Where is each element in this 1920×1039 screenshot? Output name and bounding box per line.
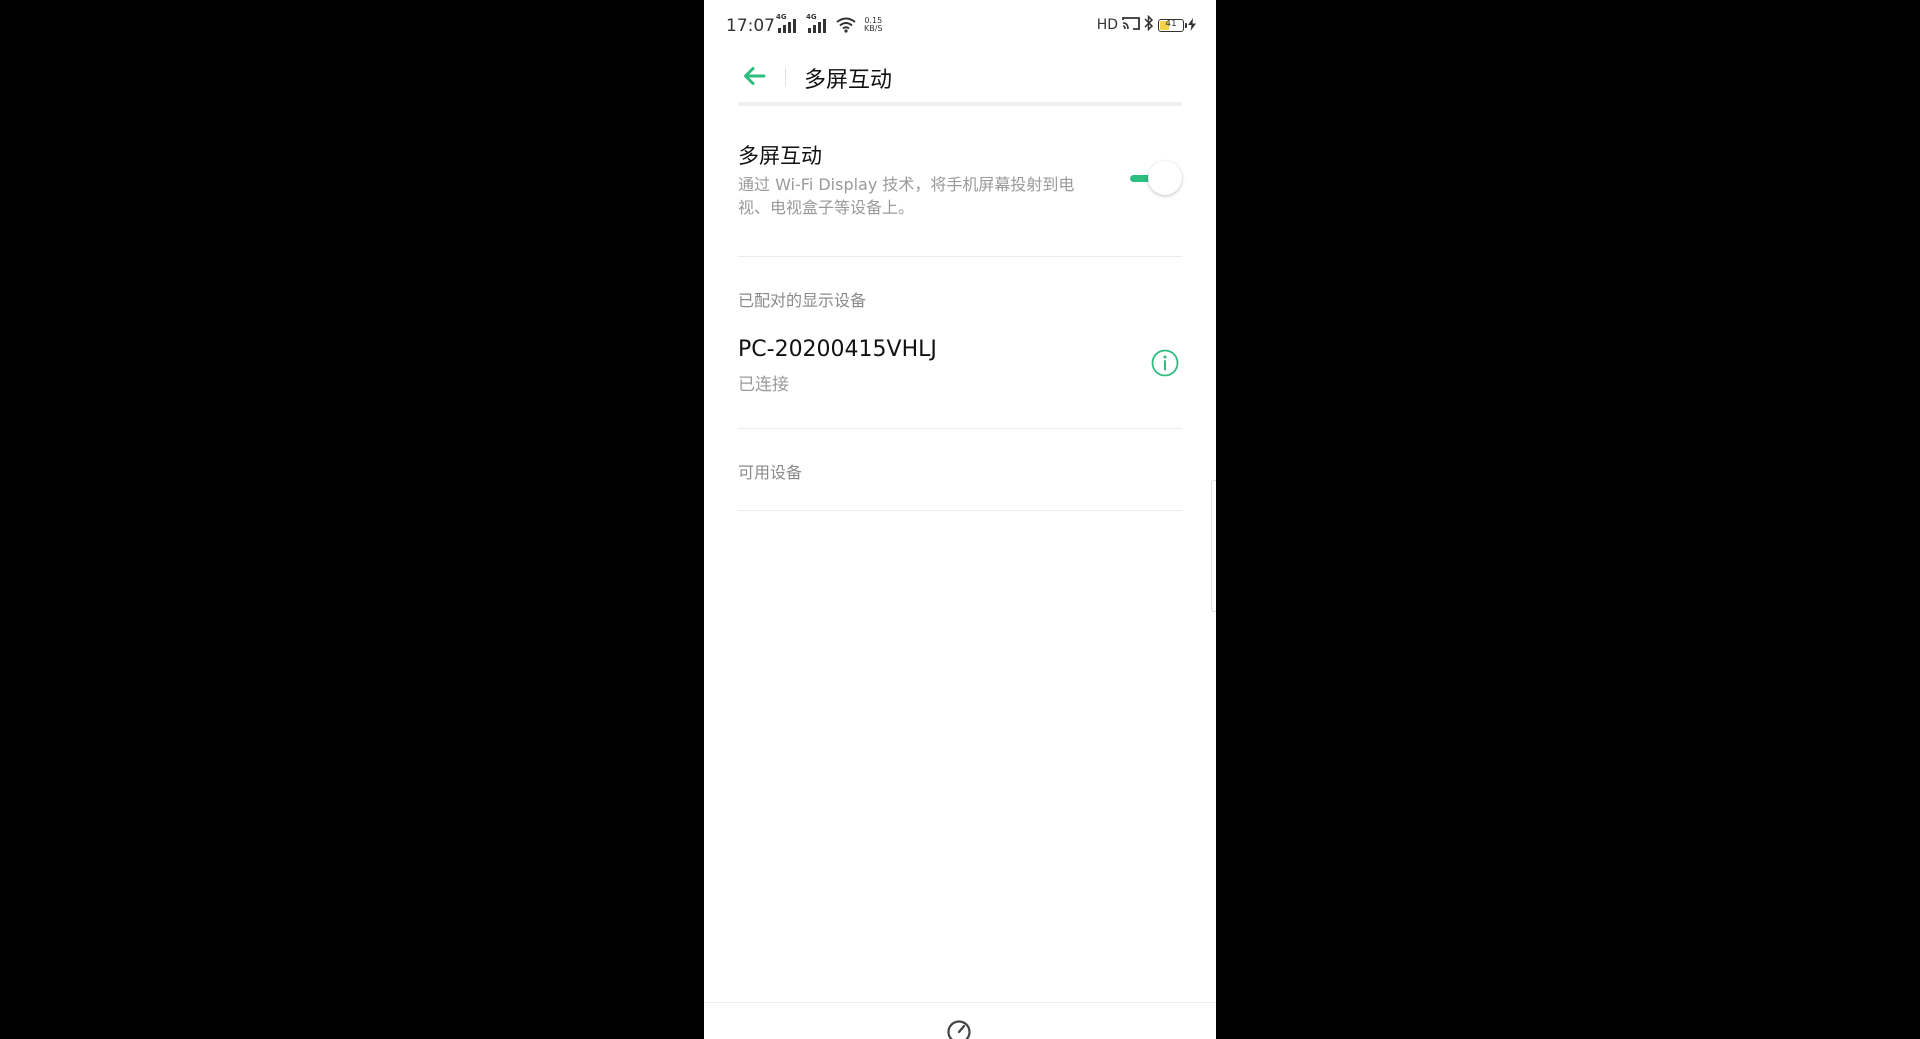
bottom-bar	[704, 1002, 1216, 1039]
toggle-knob	[1148, 161, 1182, 195]
header-divider	[785, 68, 786, 86]
speedometer-icon[interactable]	[946, 1019, 972, 1039]
device-status: 已连接	[738, 375, 789, 395]
bluetooth-icon	[1144, 14, 1154, 35]
back-button[interactable]	[738, 60, 770, 92]
page-title: 多屏互动	[804, 68, 893, 93]
wifi-icon	[836, 17, 856, 33]
info-icon	[1151, 349, 1179, 377]
multiscreen-title: 多屏互动	[738, 144, 822, 168]
status-time: 17:07	[726, 16, 775, 36]
app-header: 多屏互动	[704, 50, 1216, 106]
header-underline	[738, 102, 1182, 106]
status-left-icons: 4G 4G 0.15 KB/S	[776, 13, 883, 33]
signal-icon: 4G	[776, 13, 800, 33]
status-right-icons: HD 41	[1096, 14, 1196, 35]
hd-icon: HD	[1096, 17, 1118, 33]
net-speed-unit: KB/S	[864, 24, 883, 33]
battery-level: 41	[1165, 18, 1177, 29]
multiscreen-description: 通过 Wi-Fi Display 技术，将手机屏幕投射到电视、电视盒子等设备上。	[738, 175, 1075, 217]
net-speed: 0.15 KB/S	[864, 17, 883, 33]
divider	[738, 428, 1182, 429]
device-info-button[interactable]	[1150, 348, 1180, 378]
edge-handle[interactable]	[1211, 480, 1216, 612]
divider	[738, 256, 1182, 257]
signal-icon: 4G	[806, 13, 830, 33]
available-devices-label: 可用设备	[738, 463, 803, 482]
battery-icon: 41	[1158, 18, 1187, 32]
phone-screen: 17:07 4G 4G 0.15 KB/S HD 41 多屏互动 多屏互动 通过…	[704, 0, 1216, 1039]
charging-icon	[1188, 16, 1196, 35]
status-bar: 17:07 4G 4G 0.15 KB/S HD 41	[704, 0, 1216, 50]
cast-icon	[1122, 16, 1140, 35]
divider	[738, 510, 1182, 511]
back-arrow-icon	[744, 67, 766, 85]
device-name: PC-20200415VHLJ	[738, 337, 937, 362]
paired-devices-label: 已配对的显示设备	[738, 291, 867, 310]
multiscreen-toggle[interactable]	[1124, 160, 1184, 196]
